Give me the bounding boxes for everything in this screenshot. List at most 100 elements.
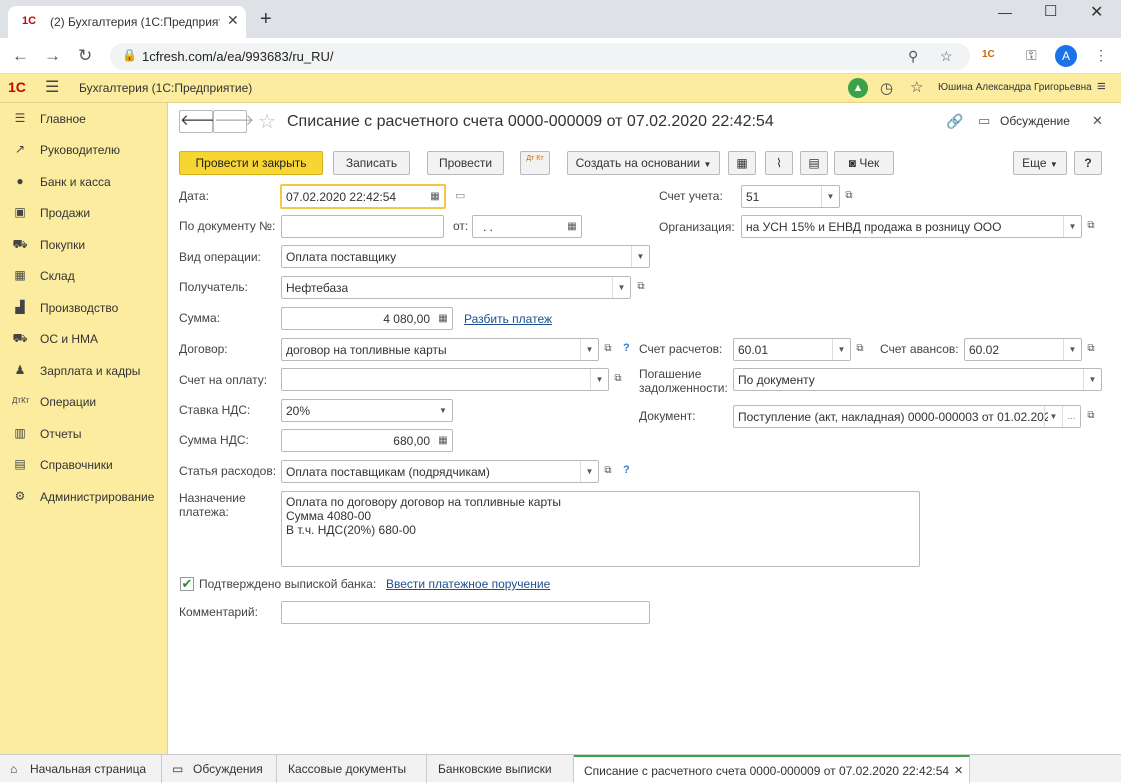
close-form-icon[interactable]: ✕ (1092, 113, 1103, 129)
purpose-textarea[interactable]: Оплата по договору договор на топливные … (281, 491, 920, 567)
key-icon[interactable]: ⚿ (1026, 47, 1037, 64)
calculator-icon[interactable]: ▦ (434, 308, 452, 329)
forward-icon[interactable]: → (44, 46, 61, 66)
chevron-down-icon[interactable]: ▼ (580, 461, 598, 482)
reload-icon[interactable]: ↻ (78, 46, 92, 66)
chevron-down-icon[interactable]: ▼ (434, 400, 452, 421)
maximize-icon[interactable]: ☐ (1044, 2, 1057, 20)
chevron-down-icon[interactable]: ▼ (631, 246, 649, 267)
split-payment-link[interactable]: Разбить платеж (464, 312, 552, 326)
new-tab-icon[interactable]: + (260, 8, 272, 31)
chevron-down-icon[interactable]: ▼ (1083, 369, 1101, 390)
sidebar-item-catalogs[interactable]: ▤ Справочники (0, 453, 168, 477)
browser-menu-icon[interactable]: ⋮ (1094, 47, 1108, 64)
sidebar-item-main[interactable]: ☰ Главное (0, 107, 168, 131)
sidebar-item-admin[interactable]: ⚙ Администрирование (0, 485, 168, 509)
zoom-icon[interactable]: ⚲ (908, 48, 918, 65)
chevron-down-icon[interactable]: ▼ (1063, 339, 1081, 360)
more-button[interactable]: Еще ▼ (1013, 151, 1067, 175)
expense-help-icon[interactable]: ? (623, 464, 630, 476)
user-name[interactable]: Юшина Александра Григорьевна (938, 82, 1092, 93)
create-based-button[interactable]: Создать на основании ▼ (567, 151, 720, 175)
dt-kt-button[interactable]: Дт Кт (520, 151, 550, 175)
vat-sum-field[interactable]: 680,00 ▦ (281, 429, 453, 452)
chevron-down-icon[interactable]: ▼ (832, 339, 850, 360)
help-button[interactable]: ? (1074, 151, 1102, 175)
invoice-field[interactable]: ▼ (281, 368, 609, 391)
open-account-icon[interactable]: ⧉ (840, 187, 858, 205)
post-button[interactable]: Провести (427, 151, 504, 175)
save-button[interactable]: Записать (333, 151, 410, 175)
minimize-icon[interactable]: — (998, 4, 1012, 20)
favorite-star-icon[interactable]: ☆ (258, 109, 276, 134)
chevron-down-icon[interactable]: ▼ (590, 369, 608, 390)
comment-field[interactable] (281, 601, 650, 624)
open-org-icon[interactable]: ⧉ (1082, 217, 1100, 235)
op-type-select[interactable]: Оплата поставщику ▼ (281, 245, 650, 268)
profile-avatar[interactable]: A (1055, 45, 1077, 67)
settle-acc-field[interactable]: 60.01 ▼ (733, 338, 851, 361)
from-date-field[interactable]: . . ▦ (472, 215, 582, 238)
chevron-down-icon[interactable]: ▼ (580, 339, 598, 360)
sidebar-item-sales[interactable]: ▣ Продажи (0, 201, 168, 225)
calculator-icon[interactable]: ▦ (434, 430, 452, 451)
sidebar-item-warehouse[interactable]: ▦ Склад (0, 264, 168, 288)
tab-cash-docs[interactable]: Кассовые документы (277, 755, 427, 783)
sidebar-item-manager[interactable]: ↗ Руководителю (0, 138, 168, 162)
bookmark-star-icon[interactable]: ☆ (940, 48, 953, 65)
recipient-field[interactable]: Нефтебаза ▼ (281, 276, 631, 299)
sidebar-item-reports[interactable]: ▥ Отчеты (0, 422, 168, 446)
history-icon[interactable]: ◷ (880, 79, 893, 97)
attach-button[interactable]: ⌇ (765, 151, 793, 175)
open-document-icon[interactable]: ⧉ (1082, 407, 1100, 425)
open-expense-icon[interactable]: ⧉ (599, 462, 617, 480)
chat-icon[interactable]: ▭ (978, 113, 990, 129)
forward-nav-button[interactable]: 🡒 (213, 110, 254, 133)
chevron-down-icon[interactable]: ▼ (1063, 216, 1081, 237)
open-adv-acc-icon[interactable]: ⧉ (1082, 340, 1100, 358)
calendar-icon[interactable]: ▦ (426, 186, 444, 207)
extension-1c-icon[interactable]: 1С (982, 49, 995, 60)
close-tab-icon[interactable]: ✕ (954, 764, 963, 777)
main-menu-icon[interactable]: ☰ (45, 77, 59, 97)
doc-no-field[interactable] (281, 215, 444, 238)
vat-rate-select[interactable]: 20% ▼ (281, 399, 453, 422)
date-field[interactable]: 07.02.2020 22:42:54 ▦ (280, 184, 446, 209)
ellipsis-icon[interactable]: … (1062, 406, 1080, 427)
close-window-icon[interactable]: ✕ (1090, 2, 1103, 22)
print-button[interactable]: ▦ (728, 151, 756, 175)
url-field[interactable]: 🔒 1cfresh.com/a/ea/993683/ru_RU/ ⚲ ☆ (110, 43, 970, 70)
favorites-star-icon[interactable]: ☆ (910, 78, 923, 96)
org-field[interactable]: на УСН 15% и ЕНВД продажа в розницу ООО ▼ (741, 215, 1082, 238)
back-nav-button[interactable]: 🡐 (179, 110, 220, 133)
sidebar-item-bank[interactable]: ● Банк и касса (0, 170, 168, 194)
tab-current-document[interactable]: Списание с расчетного счета 0000-000009 … (574, 755, 970, 783)
confirmed-checkbox[interactable]: ✔ (180, 577, 194, 591)
expense-field[interactable]: Оплата поставщикам (подрядчикам) ▼ (281, 460, 599, 483)
notifications-bell-icon[interactable]: ▲ (848, 78, 868, 98)
browser-tab[interactable]: 1С (2) Бухгалтерия (1С:Предприятие) ✕ (8, 6, 246, 38)
open-contract-icon[interactable]: ⧉ (599, 340, 617, 358)
tab-discussions[interactable]: ▭ Обсуждения (162, 755, 277, 783)
adv-acc-field[interactable]: 60.02 ▼ (964, 338, 1082, 361)
sidebar-item-production[interactable]: ▟ Производство (0, 296, 168, 320)
document-field[interactable]: Поступление (акт, накладная) 0000-000003… (733, 405, 1081, 428)
open-invoice-icon[interactable]: ⧉ (609, 370, 627, 388)
chevron-down-icon[interactable]: ▼ (612, 277, 630, 298)
date-note-icon[interactable]: ▭ (455, 189, 465, 202)
sidebar-item-assets[interactable]: ⛟ ОС и НМА (0, 327, 168, 351)
settings-menu-icon[interactable]: ≡ (1097, 78, 1106, 95)
calendar-icon[interactable]: ▦ (563, 216, 581, 237)
tab-bank-statements[interactable]: Банковские выписки (427, 755, 574, 783)
enter-payment-order-link[interactable]: Ввести платежное поручение (386, 577, 550, 591)
discussion-link[interactable]: Обсуждение (1000, 114, 1070, 128)
sum-field[interactable]: 4 080,00 ▦ (281, 307, 453, 330)
tab-home[interactable]: ⌂ Начальная страница (0, 755, 162, 783)
post-and-close-button[interactable]: Провести и закрыть (179, 151, 323, 175)
open-settle-acc-icon[interactable]: ⧉ (851, 340, 869, 358)
sidebar-item-purchases[interactable]: ⛟ Покупки (0, 233, 168, 257)
open-recipient-icon[interactable]: ⧉ (632, 278, 650, 296)
repay-select[interactable]: По документу ▼ (733, 368, 1102, 391)
chevron-down-icon[interactable]: ▼ (1044, 406, 1062, 427)
chevron-down-icon[interactable]: ▼ (821, 186, 839, 207)
